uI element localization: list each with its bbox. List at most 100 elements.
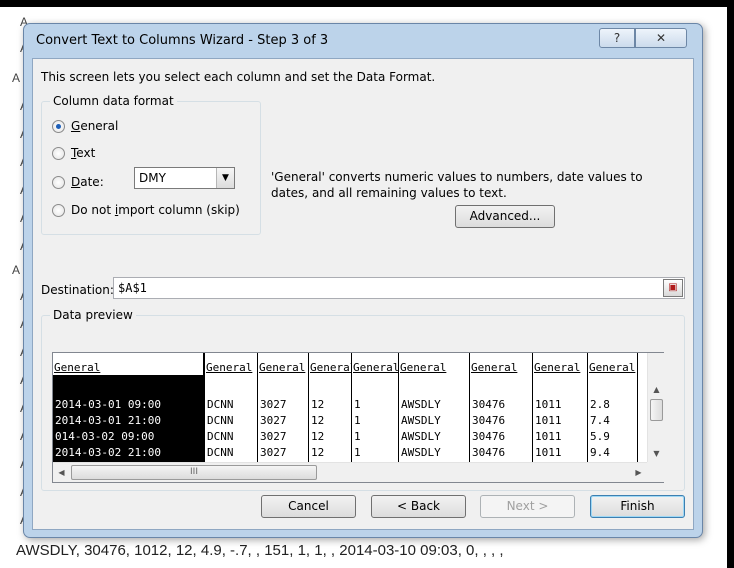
- scroll-down-icon[interactable]: ▼: [648, 445, 665, 462]
- spreadsheet-cell-fragment: A: [12, 71, 21, 85]
- window-top-edge: [0, 0, 734, 7]
- destination-value: $A$1: [118, 281, 147, 295]
- group-legend: Data preview: [50, 308, 136, 322]
- preview-cell: DCNN: [207, 398, 234, 411]
- data-preview-grid[interactable]: General 2014-03-01 09:00 2014-03-01 21:00 0…: [53, 353, 647, 462]
- column-header[interactable]: General: [53, 353, 203, 375]
- preview-cell: 1011: [535, 446, 562, 459]
- preview-cell: 1011: [535, 398, 562, 411]
- accelerator-key: i: [114, 203, 119, 217]
- date-format-value: DMY: [139, 171, 166, 185]
- radio-button[interactable]: [52, 119, 65, 133]
- preview-cell: 3027: [260, 398, 287, 411]
- preview-cell: 1: [354, 398, 361, 411]
- preview-column[interactable]: General 1011 1011 1011 1011: [533, 353, 588, 462]
- radio-general[interactable]: General: [52, 117, 118, 135]
- preview-cell: 30476: [472, 398, 506, 411]
- radio-label: Do not import column (skip): [71, 203, 240, 217]
- column-header[interactable]: General: [206, 361, 257, 374]
- preview-cell: 30476: [472, 414, 506, 427]
- collapse-dialog-icon[interactable]: ▣: [663, 279, 683, 297]
- data-preview-group: Data preview General 2014-03-01 09:00 2014…: [41, 308, 685, 491]
- preview-cell: 3027: [260, 446, 287, 459]
- column-data-format-group: Column data format General Text Date: DM…: [41, 94, 261, 235]
- help-icon: ?: [613, 31, 621, 45]
- close-icon: ✕: [655, 31, 667, 45]
- data-preview-box[interactable]: General 2014-03-01 09:00 2014-03-01 21:00 0…: [52, 352, 664, 483]
- dialog-description: This screen lets you select each column …: [41, 70, 436, 84]
- preview-cell: 2014-03-01 09:00: [55, 398, 161, 411]
- column-header[interactable]: General: [310, 361, 351, 374]
- preview-cell: 12: [311, 430, 325, 443]
- preview-column[interactable]: General 30476 30476 30476 30476: [470, 353, 533, 462]
- back-button[interactable]: < Back: [371, 495, 466, 518]
- close-button[interactable]: ✕: [635, 28, 687, 48]
- preview-column[interactable]: General 2014-03-01 09:00 2014-03-01 21:00 0…: [53, 353, 205, 462]
- preview-column[interactable]: General 1 1 1 1: [352, 353, 399, 462]
- preview-cell: DCNN: [207, 430, 234, 443]
- scroll-up-icon[interactable]: ▲: [648, 381, 665, 398]
- preview-column[interactable]: General 2.8 7.4 5.9 9.4: [588, 353, 638, 462]
- column-header[interactable]: General: [400, 361, 469, 374]
- scroll-right-icon[interactable]: ▶: [630, 463, 647, 482]
- accelerator-key: D: [71, 175, 81, 189]
- preview-cell: 1: [354, 414, 361, 427]
- spreadsheet-cell-fragment: A: [12, 263, 21, 277]
- radio-date[interactable]: Date:: [52, 173, 104, 191]
- preview-column[interactable]: General 3027 3027 3027 3027: [258, 353, 309, 462]
- help-button[interactable]: ?: [599, 28, 635, 48]
- next-button[interactable]: Next >: [480, 495, 575, 518]
- spreadsheet-text-line: AWSDLY, 30476, 1012, 12, 4.9, -.7, , 151…: [16, 542, 504, 559]
- preview-cell: 12: [311, 446, 325, 459]
- preview-cell: AWSDLY: [401, 446, 441, 459]
- date-format-select[interactable]: DMY ▼: [134, 167, 235, 189]
- preview-cell: 7.4: [590, 414, 610, 427]
- general-format-description: 'General' converts numeric values to num…: [271, 170, 643, 200]
- preview-cell: AWSDLY: [401, 414, 441, 427]
- vertical-scrollbar[interactable]: ▲ ▼: [647, 353, 664, 462]
- preview-cell: 1: [354, 430, 361, 443]
- window-right-edge: [727, 0, 734, 568]
- preview-cell: DCNN: [207, 414, 234, 427]
- preview-column[interactable]: General 12 12 12 12: [309, 353, 352, 462]
- group-legend: Column data format: [50, 94, 177, 108]
- preview-cell: DCNN: [207, 446, 234, 459]
- finish-button[interactable]: Finish: [590, 495, 685, 518]
- preview-cell: 1011: [535, 414, 562, 427]
- scroll-left-icon[interactable]: ◀: [53, 463, 70, 482]
- destination-label: Destination:: [41, 283, 114, 297]
- destination-input[interactable]: $A$1 ▣: [113, 277, 685, 299]
- radio-label-rest: eneral: [80, 119, 119, 133]
- column-header[interactable]: General: [589, 361, 637, 374]
- column-header[interactable]: General: [259, 361, 308, 374]
- convert-text-dialog: Convert Text to Columns Wizard - Step 3 …: [23, 23, 703, 538]
- preview-cell: 3027: [260, 414, 287, 427]
- scroll-thumb[interactable]: [650, 399, 663, 421]
- radio-button[interactable]: [52, 146, 65, 160]
- radio-label: Text: [71, 146, 95, 160]
- title-bar[interactable]: Convert Text to Columns Wizard - Step 3 …: [24, 24, 702, 58]
- preview-cell: 12: [311, 398, 325, 411]
- dialog-title: Convert Text to Columns Wizard - Step 3 …: [36, 33, 329, 48]
- preview-column[interactable]: General DCNN DCNN DCNN DCNN: [205, 353, 258, 462]
- preview-cell: 1: [354, 446, 361, 459]
- scroll-thumb[interactable]: III: [71, 465, 317, 480]
- radio-button[interactable]: [52, 203, 65, 217]
- radio-text[interactable]: Text: [52, 144, 95, 162]
- chevron-down-icon[interactable]: ▼: [216, 168, 234, 188]
- preview-cell: 2.8: [590, 398, 610, 411]
- preview-cell: 2014-03-01 21:00: [55, 414, 161, 427]
- radio-button[interactable]: [52, 175, 65, 189]
- radio-skip[interactable]: Do not import column (skip): [52, 201, 240, 219]
- column-header[interactable]: General: [534, 361, 587, 374]
- cancel-button[interactable]: Cancel: [261, 495, 356, 518]
- preview-cell: 5.9: [590, 430, 610, 443]
- preview-cell: 014-03-02 09:00: [55, 430, 155, 443]
- dialog-body: This screen lets you select each column …: [32, 58, 694, 530]
- horizontal-scrollbar[interactable]: ◀ III ▶: [53, 462, 647, 482]
- advanced-button[interactable]: Advanced...: [455, 205, 555, 228]
- column-header[interactable]: General: [471, 361, 532, 374]
- radio-label-rest: ate:: [80, 175, 104, 189]
- column-header[interactable]: General: [353, 361, 398, 374]
- preview-column[interactable]: General AWSDLY AWSDLY AWSDLY AWSDLY: [399, 353, 470, 462]
